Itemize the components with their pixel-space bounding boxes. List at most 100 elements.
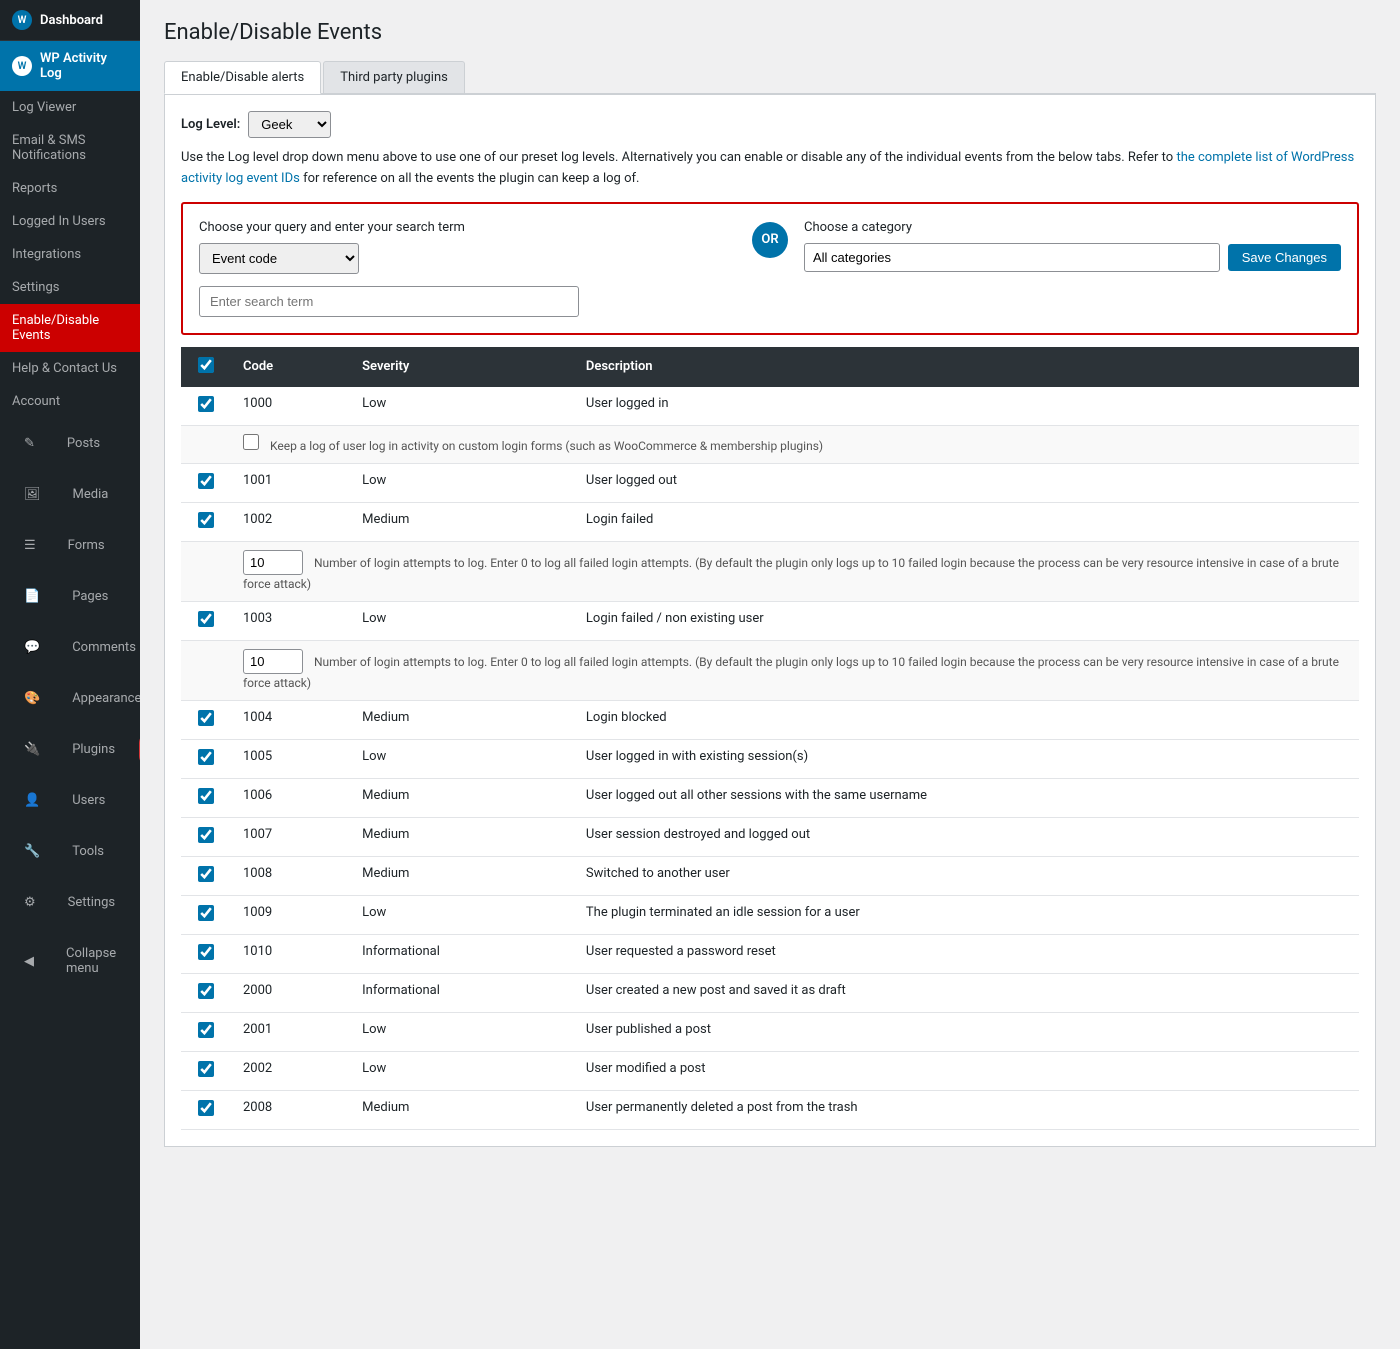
sidebar-label-wp-settings: Settings [56, 886, 127, 919]
row-checkbox-1009[interactable] [198, 905, 214, 921]
table-body: 1000LowUser logged in Keep a log of user… [181, 387, 1359, 1130]
search-box: Choose your query and enter your search … [181, 202, 1359, 335]
sub-note-1003: Number of login attempts to log. Enter 0… [243, 655, 1339, 690]
row-checkbox-1010[interactable] [198, 944, 214, 960]
cell-description-1002: Login failed [574, 502, 1359, 541]
row-checkbox-1006[interactable] [198, 788, 214, 804]
table-row: 1003LowLogin failed / non existing user [181, 601, 1359, 640]
cell-severity-1001: Low [350, 463, 574, 502]
cell-code-1002: 1002 [231, 502, 350, 541]
sidebar-item-integrations[interactable]: Integrations [0, 238, 140, 271]
cell-description-1000: User logged in [574, 387, 1359, 426]
row-checkbox-2002[interactable] [198, 1061, 214, 1077]
dashboard-label: Dashboard [40, 13, 103, 28]
table-row: 2001LowUser published a post [181, 1012, 1359, 1051]
cell-severity-1008: Medium [350, 856, 574, 895]
row-checkbox-1002[interactable] [198, 512, 214, 528]
tab-enable-disable[interactable]: Enable/Disable alerts [164, 61, 321, 94]
row-checkbox-1003[interactable] [198, 611, 214, 627]
header-checkbox-col [181, 347, 231, 387]
sidebar-item-pages[interactable]: 📄 Pages [0, 571, 140, 622]
sidebar-item-reports[interactable]: Reports [0, 172, 140, 205]
sidebar-item-email-sms[interactable]: Email & SMS Notifications [0, 124, 140, 172]
sidebar-item-account[interactable]: Account [0, 385, 140, 418]
cell-code-1008: 1008 [231, 856, 350, 895]
header-code: Code [231, 347, 350, 387]
sidebar-item-media[interactable]: 🖼 Media [0, 469, 140, 520]
sidebar-label-comments: Comments [60, 631, 148, 664]
sidebar-item-logged-in[interactable]: Logged In Users [0, 205, 140, 238]
row-checkbox-1000[interactable] [198, 396, 214, 412]
wp-settings-icon: ⚙ [12, 886, 48, 919]
header-severity: Severity [350, 347, 574, 387]
dashboard-link[interactable]: W Dashboard [0, 0, 140, 41]
cell-severity-1000: Low [350, 387, 574, 426]
sidebar-item-help[interactable]: Help & Contact Us [0, 352, 140, 385]
category-input[interactable] [804, 243, 1220, 272]
wpa-label: WP Activity Log [40, 51, 128, 81]
sub-note-1002: Number of login attempts to log. Enter 0… [243, 556, 1339, 591]
cell-severity-1007: Medium [350, 817, 574, 856]
sub-row-content-1002: Number of login attempts to log. Enter 0… [231, 541, 1359, 601]
desc-text2: for reference on all the events the plug… [303, 171, 639, 186]
sidebar-item-collapse[interactable]: ◀ Collapse menu [0, 928, 140, 994]
cell-description-1003: Login failed / non existing user [574, 601, 1359, 640]
login-attempts-input-1003[interactable] [243, 649, 303, 674]
search-input[interactable] [199, 286, 579, 317]
sidebar-item-users[interactable]: 👤 Users [0, 775, 140, 826]
table-row: 1006MediumUser logged out all other sess… [181, 778, 1359, 817]
media-icon: 🖼 [12, 478, 53, 511]
forms-icon: ☰ [12, 529, 48, 562]
sidebar-item-comments[interactable]: 💬 Comments [0, 622, 140, 673]
row-checkbox-1008[interactable] [198, 866, 214, 882]
table-row: 1007MediumUser session destroyed and log… [181, 817, 1359, 856]
sidebar-label-posts: Posts [55, 427, 112, 460]
wpa-link[interactable]: W WP Activity Log [0, 41, 140, 91]
sidebar-label-tools: Tools [60, 835, 116, 868]
row-checkbox-1005[interactable] [198, 749, 214, 765]
wp-nav: ✎ Posts🖼 Media☰ Forms📄 Pages💬 Comments🎨 … [0, 418, 140, 994]
sidebar-item-settings[interactable]: Settings [0, 271, 140, 304]
sidebar-item-posts[interactable]: ✎ Posts [0, 418, 140, 469]
row-checkbox-1001[interactable] [198, 473, 214, 489]
sub-row-1003: Number of login attempts to log. Enter 0… [181, 640, 1359, 700]
sidebar-item-enable-disable[interactable]: Enable/Disable Events [0, 304, 140, 352]
users-icon: 👤 [12, 784, 52, 817]
wpa-sub-nav: Log ViewerEmail & SMS NotificationsRepor… [0, 91, 140, 418]
sidebar-item-appearance[interactable]: 🎨 Appearance [0, 673, 140, 724]
cell-code-1006: 1006 [231, 778, 350, 817]
search-query-label: Choose your query and enter your search … [199, 220, 736, 235]
cell-code-2000: 2000 [231, 973, 350, 1012]
table-row: 2002LowUser modified a post [181, 1051, 1359, 1090]
save-changes-button[interactable]: Save Changes [1228, 244, 1341, 271]
cell-description-1009: The plugin terminated an idle session fo… [574, 895, 1359, 934]
sidebar-item-plugins[interactable]: 🔌 Plugins1 [0, 724, 140, 775]
posts-icon: ✎ [12, 427, 47, 460]
row-checkbox-2001[interactable] [198, 1022, 214, 1038]
tab-third-party[interactable]: Third party plugins [323, 61, 465, 93]
cell-description-1001: User logged out [574, 463, 1359, 502]
sidebar-label-media: Media [61, 478, 121, 511]
main-content: Enable/Disable Events Enable/Disable ale… [140, 0, 1400, 1349]
sub-text-1000: Keep a log of user log in activity on cu… [267, 439, 823, 453]
select-all-checkbox[interactable] [198, 357, 214, 373]
sidebar-item-log-viewer[interactable]: Log Viewer [0, 91, 140, 124]
log-level-select[interactable]: Geek Basic Custom [248, 111, 331, 138]
sidebar-item-forms[interactable]: ☰ Forms [0, 520, 140, 571]
row-checkbox-1007[interactable] [198, 827, 214, 843]
appearance-icon: 🎨 [12, 682, 52, 715]
sidebar-item-tools[interactable]: 🔧 Tools [0, 826, 140, 877]
header-description: Description [574, 347, 1359, 387]
row-checkbox-2008[interactable] [198, 1100, 214, 1116]
table-header: Code Severity Description [181, 347, 1359, 387]
wp-icon: W [12, 10, 32, 30]
sub-row-cb-col [181, 541, 231, 601]
row-checkbox-2000[interactable] [198, 983, 214, 999]
comments-icon: 💬 [12, 631, 52, 664]
sidebar-item-wp-settings[interactable]: ⚙ Settings [0, 877, 140, 928]
sub-row-content-1003: Number of login attempts to log. Enter 0… [231, 640, 1359, 700]
login-attempts-input-1002[interactable] [243, 550, 303, 575]
search-type-dropdown[interactable]: Event code Severity Description [199, 243, 359, 274]
sub-checkbox-1000[interactable] [243, 434, 259, 450]
row-checkbox-1004[interactable] [198, 710, 214, 726]
